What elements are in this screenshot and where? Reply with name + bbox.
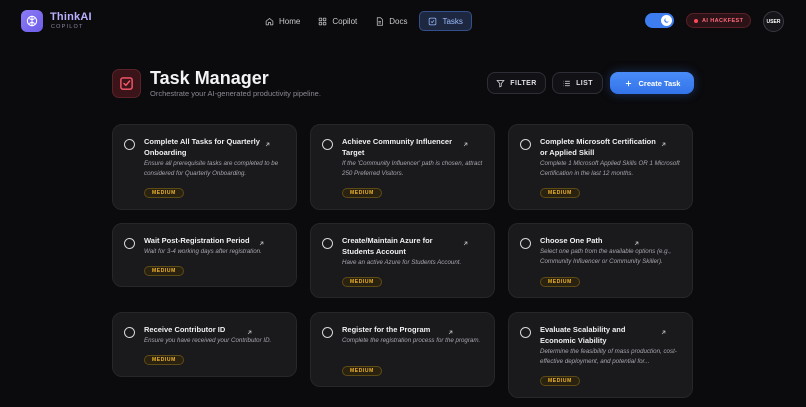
- priority-badge: MEDIUM: [540, 277, 580, 287]
- user-avatar[interactable]: USER: [763, 11, 784, 32]
- brand-subtitle: COPILOT: [51, 23, 84, 30]
- task-card[interactable]: Complete Microsoft Certification or Appl…: [508, 124, 693, 210]
- task-description: Complete the registration process for th…: [342, 337, 481, 344]
- list-view-button[interactable]: LIST: [552, 72, 603, 94]
- plus-icon: [625, 80, 631, 86]
- external-link-icon[interactable]: [633, 240, 640, 247]
- priority-badge: MEDIUM: [342, 366, 382, 376]
- filter-button[interactable]: FILTER: [487, 72, 546, 94]
- priority-badge: MEDIUM: [540, 188, 580, 198]
- external-link-icon[interactable]: [258, 240, 265, 247]
- external-link-icon[interactable]: [462, 141, 469, 148]
- brain-icon: [21, 10, 43, 32]
- priority-badge: MEDIUM: [342, 188, 382, 198]
- task-card[interactable]: Complete All Tasks for Quarterly Onboard…: [112, 124, 297, 210]
- task-card[interactable]: Achieve Community Influencer Target If t…: [310, 124, 495, 210]
- task-checkbox[interactable]: [124, 238, 135, 249]
- task-description: Have an active Azure for Students Accoun…: [342, 259, 462, 266]
- top-navbar: ThinkAI COPILOT Home Copilot Docs Tasks …: [0, 0, 806, 42]
- task-card[interactable]: Register for the Program Complete the re…: [310, 312, 495, 387]
- task-card[interactable]: Evaluate Scalability and Economic Viabil…: [508, 312, 693, 398]
- task-description: Complete 1 Microsoft Applied Skills OR 1…: [540, 160, 680, 177]
- nav-home-label: Home: [279, 16, 301, 26]
- task-checkbox[interactable]: [124, 327, 135, 338]
- task-checkbox[interactable]: [322, 139, 333, 150]
- list-icon: [563, 80, 570, 86]
- task-description: Determine the feasibility of mass produc…: [540, 348, 677, 365]
- priority-badge: MEDIUM: [342, 277, 382, 287]
- task-checkbox[interactable]: [520, 238, 531, 249]
- page-subtitle: Orchestrate your AI-generated productivi…: [150, 89, 321, 98]
- hackfest-badge-label: AI HACKFEST: [702, 17, 744, 24]
- task-title: Wait Post-Registration Period: [144, 236, 250, 245]
- nav-tasks-label: Tasks: [442, 16, 463, 26]
- user-avatar-label: USER: [766, 18, 781, 25]
- filter-button-label: FILTER: [510, 79, 537, 87]
- nav-copilot[interactable]: Copilot: [312, 11, 363, 31]
- nav-links: Home Copilot Docs Tasks: [259, 11, 472, 31]
- external-link-icon[interactable]: [660, 141, 667, 148]
- external-link-icon[interactable]: [462, 240, 469, 247]
- task-card[interactable]: Choose One Path Select one path from the…: [508, 223, 693, 298]
- home-icon: [265, 17, 274, 25]
- task-checkbox[interactable]: [322, 238, 333, 249]
- list-view-button-label: LIST: [576, 79, 593, 87]
- grid-icon: [319, 17, 327, 25]
- task-checkbox[interactable]: [520, 139, 531, 150]
- external-link-icon[interactable]: [264, 141, 271, 148]
- nav-tasks[interactable]: Tasks: [419, 11, 472, 31]
- priority-badge: MEDIUM: [144, 188, 184, 198]
- task-description: Select one path from the available optio…: [540, 248, 672, 265]
- create-task-button[interactable]: Create Task: [610, 72, 694, 94]
- external-link-icon[interactable]: [660, 329, 667, 336]
- task-title: Create/Maintain Azure for Students Accou…: [342, 236, 433, 256]
- task-title: Choose One Path: [540, 236, 603, 245]
- document-icon: [377, 16, 384, 26]
- task-title: Register for the Program: [342, 325, 431, 334]
- task-title: Achieve Community Influencer Target: [342, 137, 453, 157]
- task-card[interactable]: Wait Post-Registration Period Wait for 3…: [112, 223, 297, 287]
- task-checkbox[interactable]: [520, 327, 531, 338]
- brand-title: ThinkAI: [50, 10, 92, 23]
- hackfest-badge: AI HACKFEST: [686, 13, 752, 28]
- filter-icon: [496, 79, 505, 87]
- nav-home[interactable]: Home: [259, 11, 306, 31]
- task-title: Complete All Tasks for Quarterly Onboard…: [144, 137, 260, 157]
- nav-docs-label: Docs: [389, 16, 408, 26]
- brand-logo[interactable]: ThinkAI COPILOT: [21, 10, 92, 32]
- external-link-icon[interactable]: [246, 329, 253, 336]
- task-description: Ensure all prerequisite tasks are comple…: [144, 160, 279, 177]
- priority-badge: MEDIUM: [144, 355, 184, 365]
- nav-copilot-label: Copilot: [332, 16, 358, 26]
- checkbox-icon: [429, 17, 437, 25]
- priority-badge: MEDIUM: [144, 266, 184, 276]
- nav-docs[interactable]: Docs: [369, 11, 413, 31]
- task-checkbox[interactable]: [124, 139, 135, 150]
- task-description: Wait for 3-4 working days after registra…: [144, 248, 262, 255]
- task-manager-icon: [112, 69, 141, 98]
- task-card[interactable]: Receive Contributor ID Ensure you have r…: [112, 312, 297, 377]
- live-dot-icon: [694, 18, 698, 23]
- task-card[interactable]: Create/Maintain Azure for Students Accou…: [310, 223, 495, 298]
- theme-toggle[interactable]: [645, 13, 674, 28]
- task-title: Complete Microsoft Certification or Appl…: [540, 137, 656, 157]
- task-checkbox[interactable]: [322, 327, 333, 338]
- task-description: Ensure you have received your Contributo…: [144, 337, 272, 344]
- task-title: Receive Contributor ID: [144, 325, 226, 334]
- priority-badge: MEDIUM: [540, 376, 580, 386]
- moon-icon: [661, 15, 672, 26]
- task-description: If the 'Community Influencer' path is ch…: [342, 160, 483, 177]
- external-link-icon[interactable]: [447, 329, 454, 336]
- task-title: Evaluate Scalability and Economic Viabil…: [540, 325, 626, 345]
- create-task-button-label: Create Task: [638, 78, 681, 88]
- page-title: Task Manager: [150, 68, 269, 88]
